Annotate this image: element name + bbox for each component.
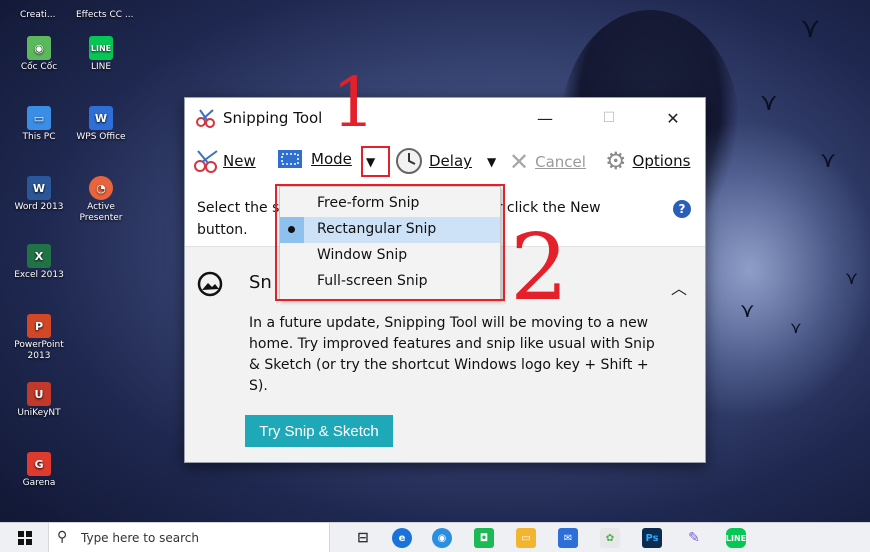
desktop-icon-label: LINE [90,62,112,72]
delay-label: Delay [429,152,473,170]
panel-body-text: In a future update, Snipping Tool will b… [249,315,655,394]
taskbar-search-box[interactable]: ⚲ Type here to search [48,523,330,552]
desktop-icon-garena[interactable]: G Garena [8,452,70,489]
bird-silhouette: ⋎ [790,318,802,337]
powerpoint-icon: P [27,314,51,338]
search-icon: ⚲ [57,529,68,545]
delay-dropdown-arrow[interactable]: ▼ [487,155,496,169]
desktop-icon-label: Active Presenter [79,202,123,223]
try-snip-sketch-button[interactable]: Try Snip & Sketch [245,415,393,447]
desktop-icon-label: This PC [22,132,56,142]
desktop-icon-wps-office[interactable]: W WPS Office [70,106,132,143]
desktop-icon-excel[interactable]: X Excel 2013 [8,244,70,281]
desktop-icon-powerpoint[interactable]: P PowerPoint 2013 [8,314,70,362]
annotation-number-1: 1 [332,64,376,143]
desktop-icon-label: WPS Office [76,132,126,142]
line-icon: LINE [89,36,113,60]
task-view-icon[interactable]: ⊟ [353,528,373,548]
annotation-box-mode-menu [275,184,505,301]
desktop-icon-this-pc[interactable]: ▭ This PC [8,106,70,143]
desktop-icon-unikey[interactable]: U UniKeyNT [8,382,70,419]
instruction-text-start: Select the s [197,200,280,216]
desktop-icon-label: Word 2013 [14,202,64,212]
windows-start-icon[interactable] [18,531,32,545]
wps-office-icon: W [89,106,113,130]
rectangle-snip-icon [278,150,302,168]
bird-silhouette: ⋎ [800,11,821,44]
bird-silhouette: ⋎ [820,148,837,173]
window-title: Snipping Tool [223,109,323,127]
bird-silhouette: ⋎ [845,268,859,289]
desktop-label[interactable]: Effects CC ... [76,10,133,20]
cancel-button[interactable]: ✕ Cancel [509,148,586,176]
mode-button[interactable]: Mode [277,148,352,170]
new-label: New [223,152,256,170]
bird-silhouette: ⋎ [740,298,755,322]
cancel-label: Cancel [535,153,586,171]
title-bar[interactable]: Snipping Tool — ☐ ✕ [185,98,705,138]
excel-icon: X [27,244,51,268]
panel-heading: Sn [249,272,272,293]
desktop-icon-label: Cốc Cốc [20,62,58,72]
snip-sketch-icon [197,271,223,297]
desktop-icon-line[interactable]: LINE LINE [70,36,132,73]
garena-icon: G [27,452,51,476]
desktop-icon-label: Garena [22,478,56,488]
desktop-icon-word[interactable]: W Word 2013 [8,176,70,213]
unikey-icon: U [27,382,51,406]
coccoc-browser-icon[interactable]: ◉ [432,528,452,548]
scissors-icon [196,109,215,128]
minimize-button[interactable]: — [525,104,565,132]
gear-icon: ⚙ [605,147,627,175]
annotation-box-mode-arrow [361,146,390,177]
instruction-text-line2: button. [197,222,248,238]
help-icon[interactable]: ? [673,200,691,218]
desktop-icon-coccoc[interactable]: ◉ Cốc Cốc [8,36,70,73]
desktop-icon-label: PowerPoint 2013 [14,340,64,361]
chevron-up-icon[interactable]: ︿ [671,275,687,299]
app-icon[interactable]: ✿ [600,528,620,548]
mode-label: Mode [311,150,352,168]
desktop-icon-label: Excel 2013 [14,270,64,280]
toolbar: New Mode ▼ Delay ▼ ✕ Cancel ⚙ Options [185,138,705,184]
app-icon[interactable]: ◘ [474,528,494,548]
active-presenter-icon: ◔ [89,176,113,200]
options-button[interactable]: ⚙ Options [605,147,690,175]
scissors-icon [194,150,218,173]
mail-icon[interactable]: ✉ [558,528,578,548]
paint-icon[interactable]: ✎ [684,528,704,548]
computer-icon: ▭ [27,106,51,130]
delay-button[interactable]: Delay [395,147,472,175]
coccoc-icon: ◉ [27,36,51,60]
photoshop-icon[interactable]: Ps [642,528,662,548]
edge-icon[interactable]: e [392,528,412,548]
line-app-icon[interactable]: LINE [726,528,746,548]
new-button[interactable]: New [191,148,256,174]
bird-silhouette: ⋎ [760,88,778,116]
taskbar: ⚲ Type here to search ⊟ e ◉ ◘ ▭ ✉ ✿ Ps ✎… [0,522,870,552]
options-label: Options [632,152,691,170]
caret-down-icon: ▼ [487,155,497,169]
search-placeholder: Type here to search [81,531,199,545]
maximize-button[interactable]: ☐ [589,104,629,132]
desktop-label[interactable]: Creati... [20,10,55,20]
desktop-icon-active-presenter[interactable]: ◔ Active Presenter [70,176,132,224]
file-explorer-icon[interactable]: ▭ [516,528,536,548]
desktop-icon-label: UniKeyNT [17,408,61,418]
x-cancel-icon: ✕ [509,148,530,176]
close-button[interactable]: ✕ [653,104,693,132]
word-icon: W [27,176,51,200]
clock-icon [396,148,422,174]
annotation-number-2: 2 [510,214,569,321]
